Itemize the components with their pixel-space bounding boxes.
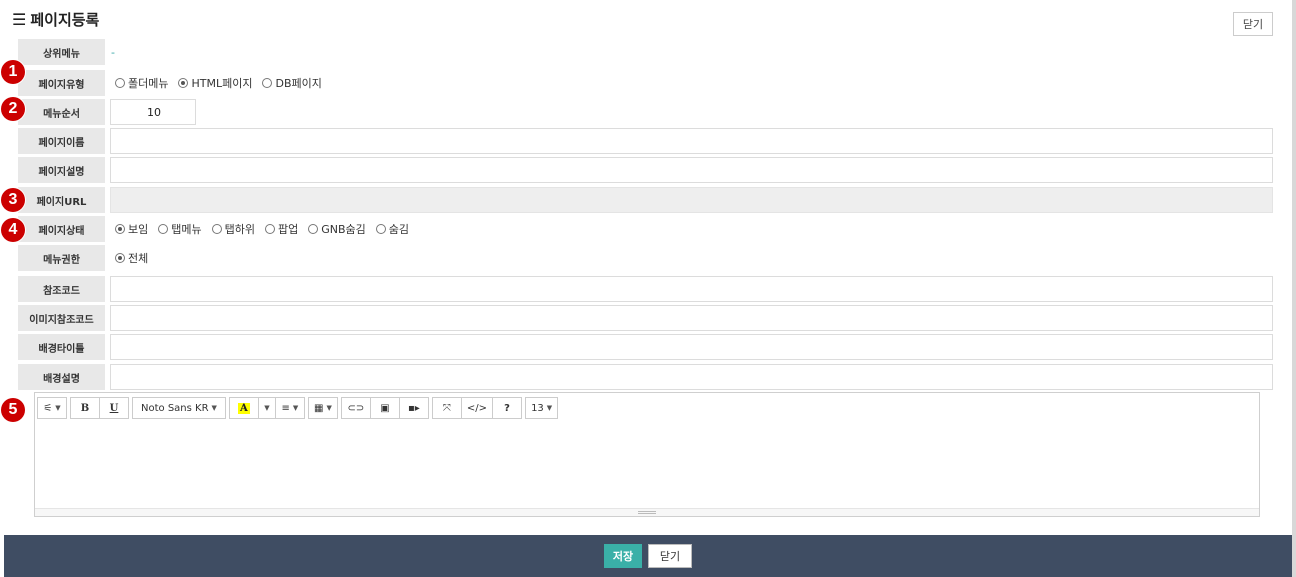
status-option-gnb-hidden[interactable]: GNB숨김 [308, 221, 366, 237]
footer-bar: 저장 닫기 [4, 535, 1292, 577]
table-dropdown[interactable]: ▦ ▼ [307, 397, 338, 419]
row-page-url: 페이지URL [18, 187, 1273, 213]
image-ref-code-label: 이미지참조코드 [18, 305, 105, 331]
page-status-label: 페이지상태 [18, 216, 105, 242]
radio-icon[interactable] [308, 224, 319, 234]
link-icon[interactable]: ⊂⊃ [340, 397, 371, 419]
save-button[interactable]: 저장 [604, 544, 642, 568]
bg-desc-input[interactable] [110, 364, 1273, 390]
row-menu-order: 메뉴순서 10 [18, 99, 196, 125]
row-parent-menu: 상위메뉴 - [18, 39, 115, 65]
row-page-status: 페이지상태 보임 탭메뉴 탭하위 팝업 GNB숨김 숨김 [18, 216, 413, 242]
status-option-tab-sub[interactable]: 탭하위 [211, 221, 255, 237]
text-color-button[interactable]: A [228, 397, 259, 419]
text-color-dropdown[interactable]: ▼ [257, 397, 276, 419]
parent-menu-label: 상위메뉴 [18, 39, 105, 65]
page-desc-label: 페이지설명 [18, 157, 105, 183]
editor-resize-handle[interactable] [35, 508, 1259, 516]
font-size-dropdown[interactable]: 13 ▼ [525, 397, 559, 419]
annotation-badge-4: 4 [1, 218, 25, 242]
row-bg-desc: 배경설명 [18, 364, 1273, 390]
page-type-option-folder[interactable]: 폴더메뉴 [115, 75, 168, 91]
radio-checked-icon[interactable] [115, 253, 125, 263]
image-ref-code-input[interactable] [110, 305, 1273, 331]
rich-text-editor[interactable]: ⚟ ▼ B U Noto Sans KR ▼ A ▼ ≡ ▼ ▦ ▼ ⊂⊃ ▣ ▪▸ ⤧… [34, 392, 1260, 517]
menu-permission-label: 메뉴권한 [18, 245, 105, 271]
page-status-radio-group: 보임 탭메뉴 탭하위 팝업 GNB숨김 숨김 [115, 221, 413, 237]
page-type-option-db[interactable]: DB페이지 [262, 75, 322, 91]
annotation-badge-5: 5 [1, 398, 25, 422]
bg-title-label: 배경타이틀 [18, 334, 105, 360]
bg-desc-label: 배경설명 [18, 364, 105, 390]
page-name-label: 페이지이름 [18, 128, 105, 154]
editor-toolbar: ⚟ ▼ B U Noto Sans KR ▼ A ▼ ≡ ▼ ▦ ▼ ⊂⊃ ▣ ▪▸ ⤧… [37, 397, 559, 419]
code-view-button[interactable]: </> [460, 397, 494, 419]
page-desc-input[interactable] [110, 157, 1273, 183]
annotation-badge-2: 2 [1, 97, 25, 121]
radio-icon[interactable] [158, 224, 169, 234]
row-page-type: 페이지유형 폴더메뉴 HTML페이지 DB페이지 [18, 70, 326, 96]
menu-order-label: 메뉴순서 [18, 99, 105, 125]
page-url-input [110, 187, 1273, 213]
table-icon: ▦ [314, 402, 324, 414]
page-url-label: 페이지URL [18, 187, 105, 213]
row-image-ref-code: 이미지참조코드 [18, 305, 1273, 331]
row-page-name: 페이지이름 [18, 128, 1273, 154]
row-page-desc: 페이지설명 [18, 157, 1273, 183]
page-title-text: 페이지등록 [30, 11, 100, 29]
status-option-popup[interactable]: 팝업 [265, 221, 298, 237]
status-option-hidden[interactable]: 숨김 [375, 221, 409, 237]
radio-icon[interactable] [375, 224, 386, 234]
radio-checked-icon[interactable] [178, 78, 189, 88]
status-option-tab-menu[interactable]: 탭메뉴 [158, 221, 202, 237]
close-top-button[interactable]: 닫기 [1233, 12, 1273, 36]
radio-icon[interactable] [265, 224, 275, 234]
radio-icon[interactable] [211, 224, 222, 234]
underline-button[interactable]: U [99, 397, 129, 419]
ref-code-input[interactable] [110, 276, 1273, 302]
row-bg-title: 배경타이틀 [18, 334, 1273, 360]
page-type-label: 페이지유형 [18, 70, 105, 96]
close-button[interactable]: 닫기 [648, 544, 692, 568]
radio-checked-icon[interactable] [115, 224, 125, 234]
hamburger-icon: ☰ [12, 10, 27, 29]
align-icon: ≡ [281, 402, 290, 414]
magic-wand-icon[interactable]: ⚟ ▼ [37, 397, 67, 419]
menu-order-value: 10 [147, 106, 161, 119]
permission-option-all[interactable]: 전체 [115, 250, 148, 266]
image-icon[interactable]: ▣ [369, 397, 400, 419]
menu-order-input[interactable]: 10 [110, 99, 196, 125]
page-scrollbar[interactable] [1292, 0, 1296, 577]
video-icon[interactable]: ▪▸ [398, 397, 429, 419]
menu-permission-radio-group: 전체 [115, 250, 152, 266]
grip-icon[interactable] [638, 511, 656, 514]
row-ref-code: 참조코드 [18, 276, 1273, 302]
help-button[interactable]: ? [492, 397, 523, 419]
font-family-dropdown[interactable]: Noto Sans KR ▼ [132, 397, 226, 419]
align-dropdown[interactable]: ≡ ▼ [274, 397, 305, 419]
row-menu-permission: 메뉴권한 전체 [18, 245, 152, 271]
page-title: ☰ 페이지등록 [12, 9, 99, 30]
parent-menu-value: - [111, 45, 115, 59]
status-option-visible[interactable]: 보임 [115, 221, 148, 237]
annotation-badge-1: 1 [1, 60, 25, 84]
bold-button[interactable]: B [70, 397, 100, 419]
page-type-radio-group: 폴더메뉴 HTML페이지 DB페이지 [115, 75, 326, 91]
radio-icon[interactable] [262, 78, 273, 88]
radio-icon[interactable] [115, 78, 125, 88]
ref-code-label: 참조코드 [18, 276, 105, 302]
page-name-input[interactable] [110, 128, 1273, 154]
bg-title-input[interactable] [110, 334, 1273, 360]
fullscreen-icon[interactable]: ⤧ [431, 397, 462, 419]
annotation-badge-3: 3 [1, 188, 25, 212]
page-type-option-html[interactable]: HTML페이지 [178, 75, 252, 91]
